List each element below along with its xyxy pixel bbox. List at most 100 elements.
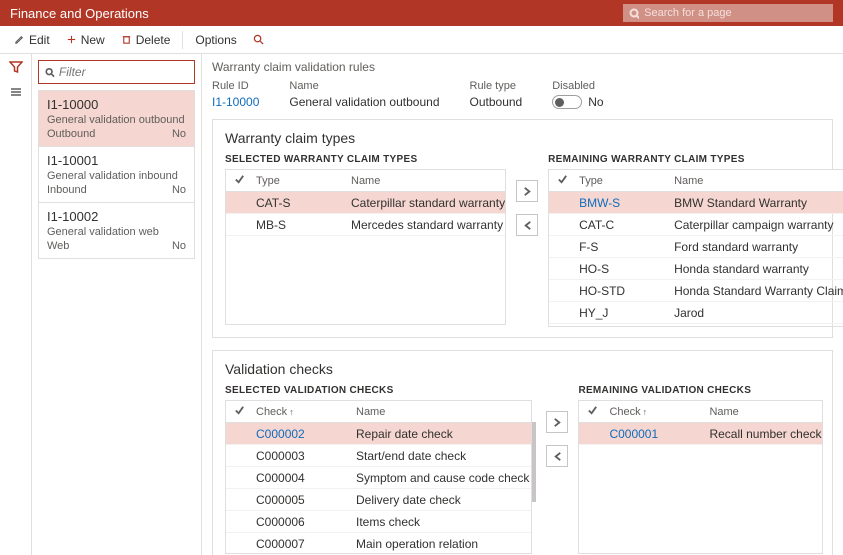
table-row[interactable]: MB-SMercedes standard warranty [226,214,505,236]
col-type[interactable]: Type [575,175,670,187]
col-name[interactable]: Name [705,406,821,418]
grid-header: Check↑ Name [579,401,821,423]
rule-type: Inbound [47,184,87,196]
table-row[interactable]: C000001Recall number check [579,423,821,445]
checkmark-icon [234,405,245,416]
field-rule-type: Rule type Outbound [470,80,523,109]
arrow-right-icon [522,186,533,197]
options-button[interactable]: Options [189,26,242,53]
arrow-left-icon [522,220,533,231]
field-disabled: Disabled No [552,80,603,109]
mover-buttons [546,385,568,554]
rule-item[interactable]: I1-10001 General validation inbound Inbo… [39,147,194,203]
move-right-button[interactable] [516,180,538,202]
search-icon [45,67,55,78]
move-left-button[interactable] [516,214,538,236]
left-rail [0,54,32,555]
table-row[interactable]: F-SFord standard warranty [549,236,843,258]
section-heading: Warranty claim types [225,130,820,146]
edit-button[interactable]: Edit [8,26,56,53]
arrow-right-icon [552,417,563,428]
table-row[interactable]: HO-STDHonda Standard Warranty Claims [549,280,843,302]
checkmark-icon [557,174,568,185]
col-check[interactable]: Check↑ [252,406,352,418]
table-row[interactable]: C000003Start/end date check [226,445,531,467]
sidebar-filter[interactable] [38,60,195,84]
field-label: Name [289,80,439,92]
rule-disabled: No [172,184,186,196]
grid-header: Type Name [226,170,505,192]
disabled-toggle[interactable] [552,95,582,109]
rule-item[interactable]: I1-10000 General validation outbound Out… [39,91,194,147]
table-row[interactable]: C000005Delivery date check [226,489,531,511]
pane-title: REMAINING WARRANTY CLAIM TYPES [548,154,843,165]
toolbar-search-button[interactable] [247,26,270,53]
sort-asc-icon: ↑ [289,407,294,417]
rule-item[interactable]: I1-10002 General validation web Web No [39,203,194,258]
move-right-button[interactable] [546,411,568,433]
table-row[interactable]: HY-CSettlement claim [549,324,843,326]
grid-selected-types: Type Name CAT-SCaterpillar standard warr… [225,169,506,325]
rule-id: I1-10001 [47,153,186,168]
toggle-value: No [588,95,603,109]
rule-list-sidebar: I1-10000 General validation outbound Out… [32,54,202,555]
sort-asc-icon: ↑ [643,407,648,417]
pane-remaining-types: REMAINING WARRANTY CLAIM TYPES Type Name… [548,154,843,327]
plus-icon [66,34,77,45]
rule-list: I1-10000 General validation outbound Out… [38,90,195,259]
section-validation-checks: Validation checks SELECTED VALIDATION CH… [212,350,833,555]
scrollbar[interactable] [532,422,536,502]
field-value[interactable]: I1-10000 [212,95,259,109]
table-row[interactable]: C000006Items check [226,511,531,533]
sidebar-filter-input[interactable] [59,65,188,79]
table-row[interactable]: HO-SHonda standard warranty [549,258,843,280]
col-type[interactable]: Type [252,175,347,187]
rule-id: I1-10002 [47,209,186,224]
table-row[interactable]: CAT-SCaterpillar standard warranty [226,192,505,214]
table-row[interactable]: BMW-SBMW Standard Warranty [549,192,843,214]
field-label: Rule type [470,80,523,92]
grid-header: Type Name [549,170,843,192]
rule-disabled: No [172,128,186,140]
rule-id: I1-10000 [47,97,186,112]
rule-name: General validation outbound [47,114,186,126]
field-name: Name General validation outbound [289,80,439,109]
main-content: Warranty claim validation rules Rule ID … [202,54,843,555]
table-row[interactable]: C000004Symptom and cause code check [226,467,531,489]
rule-type: Web [47,240,69,252]
grid-remaining-checks: Check↑ Name C000001Recall number check [578,400,822,554]
grid-selected-checks: Check↑ Name C000002Repair date check C00… [225,400,532,554]
trash-icon [121,34,132,45]
list-icon[interactable] [9,85,23,102]
delete-button[interactable]: Delete [115,26,177,53]
rule-type: Outbound [47,128,95,140]
col-name[interactable]: Name [352,406,531,418]
section-claim-types: Warranty claim types SELECTED WARRANTY C… [212,119,833,338]
grid-remaining-types: Type Name BMW-SBMW Standard Warranty CAT… [548,169,843,327]
field-label: Rule ID [212,80,259,92]
col-name[interactable]: Name [670,175,843,187]
search-icon [253,34,264,45]
mover-buttons [516,154,538,327]
field-value: General validation outbound [289,95,439,109]
section-heading: Validation checks [225,361,820,377]
title-bar: Finance and Operations [0,0,843,26]
funnel-icon[interactable] [9,60,23,77]
table-row[interactable]: HY_JJarod [549,302,843,324]
table-row[interactable]: C000002Repair date check [226,423,531,445]
col-name[interactable]: Name [347,175,505,187]
pane-selected-types: SELECTED WARRANTY CLAIM TYPES Type Name … [225,154,506,327]
new-button[interactable]: New [60,26,111,53]
global-search-input[interactable] [644,7,827,19]
search-icon [629,8,639,19]
pane-title: SELECTED VALIDATION CHECKS [225,385,536,396]
pane-title: REMAINING VALIDATION CHECKS [578,385,822,396]
arrow-left-icon [552,451,563,462]
table-row[interactable]: CAT-CCaterpillar campaign warranty [549,214,843,236]
rule-name: General validation web [47,226,186,238]
move-left-button[interactable] [546,445,568,467]
rule-disabled: No [172,240,186,252]
table-row[interactable]: C000007Main operation relation [226,533,531,553]
global-search[interactable] [623,4,833,22]
col-check[interactable]: Check↑ [605,406,705,418]
